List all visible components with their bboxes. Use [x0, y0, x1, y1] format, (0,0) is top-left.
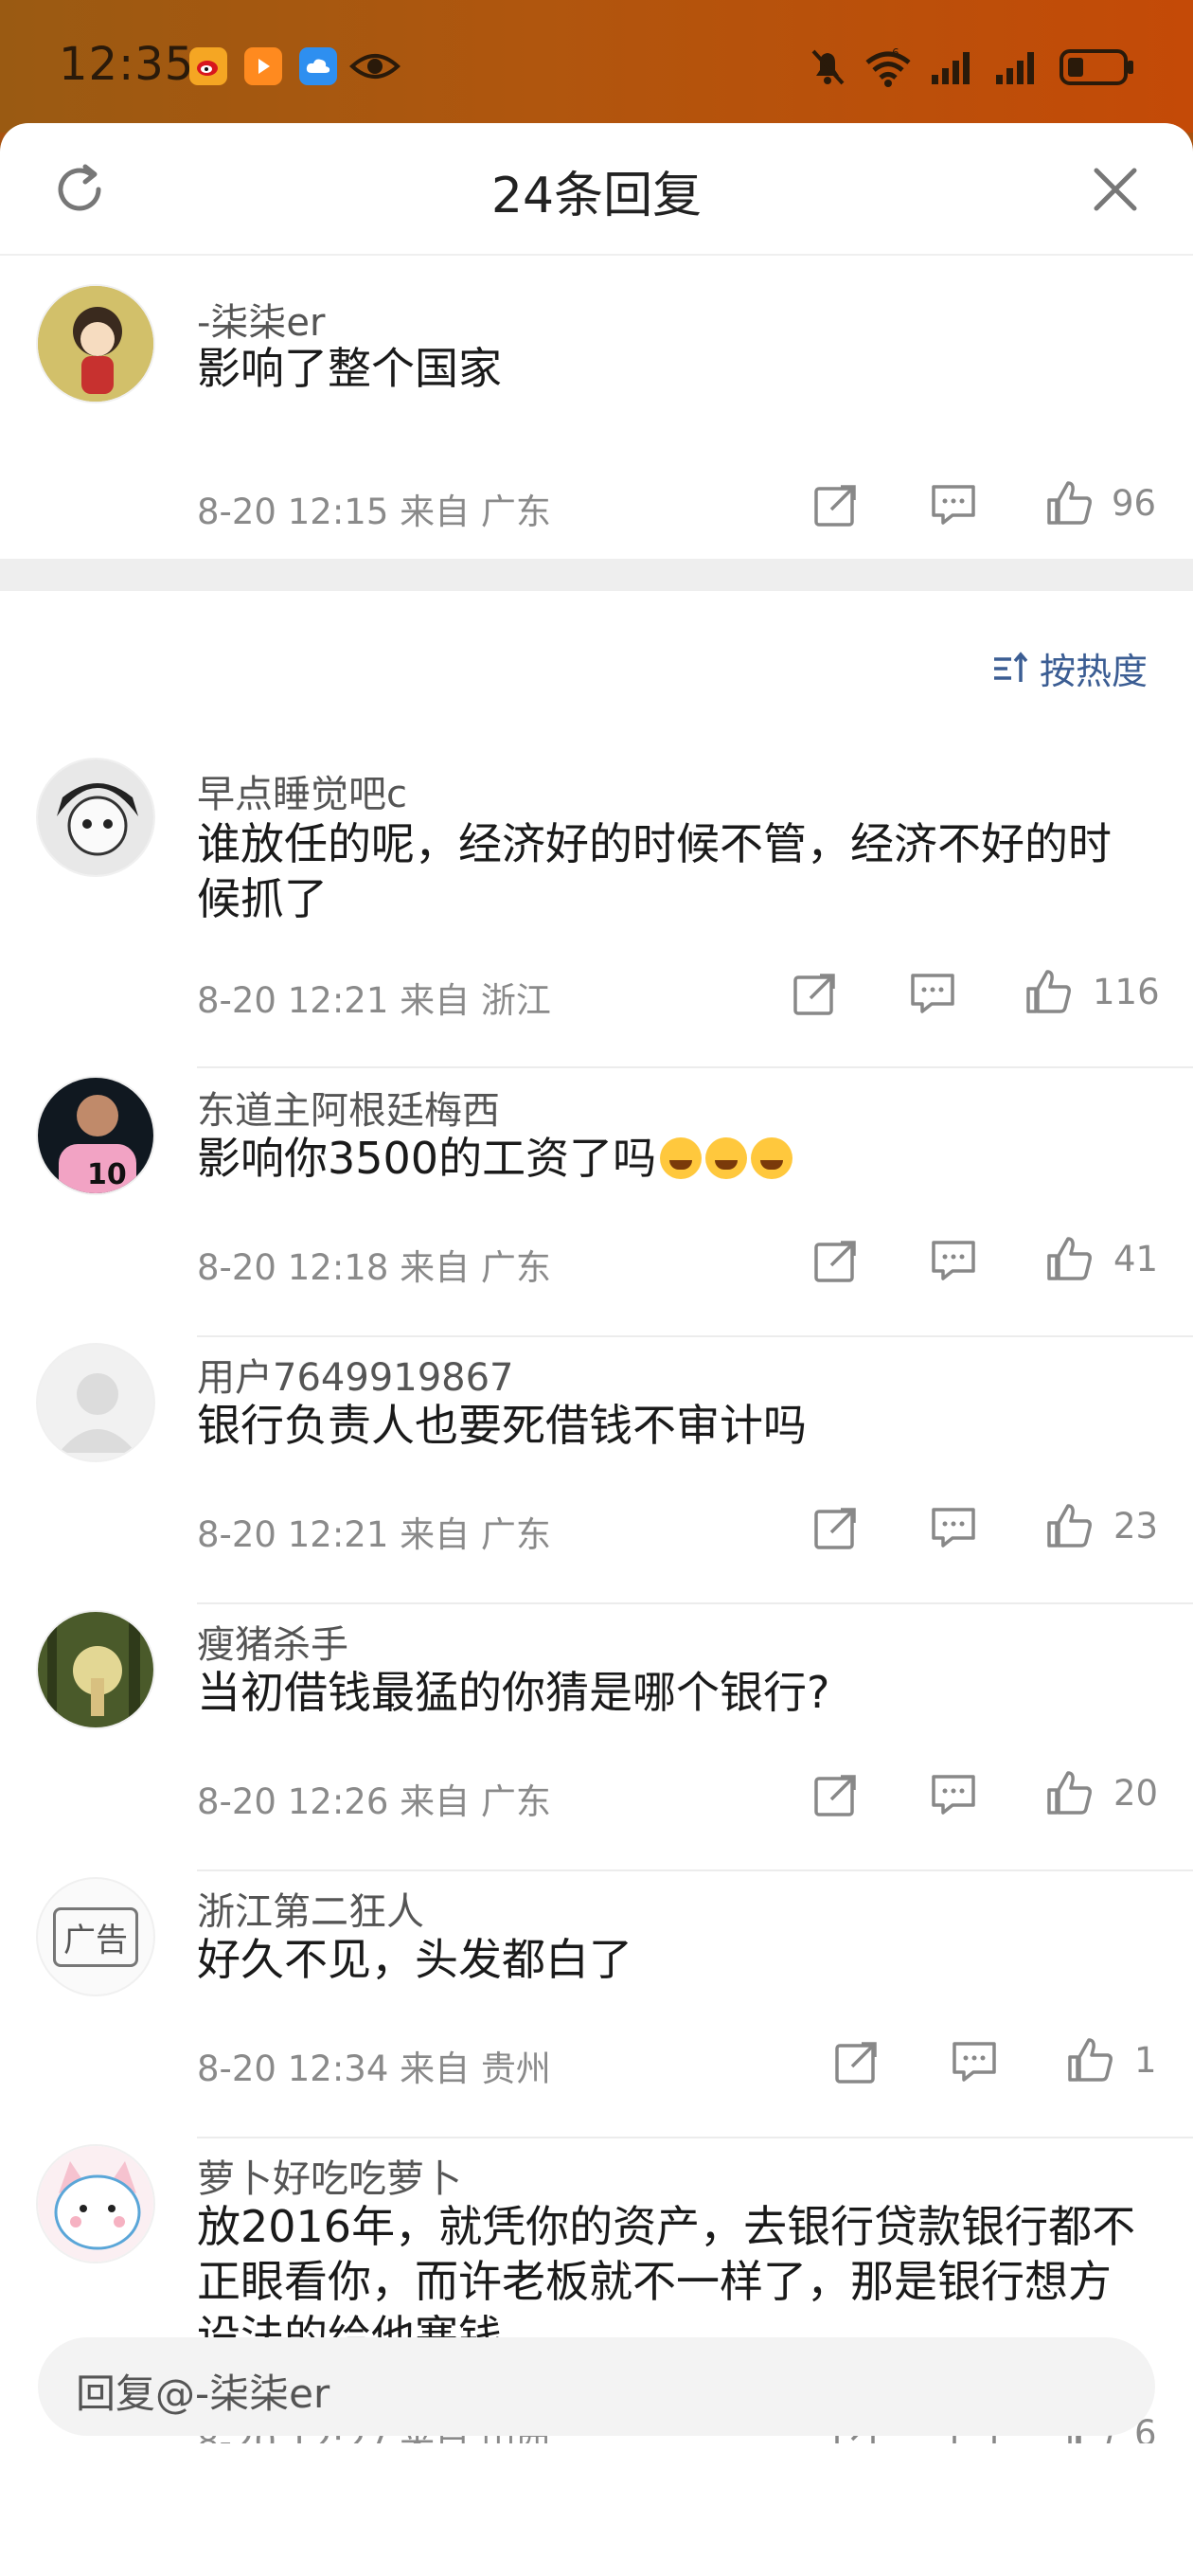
username[interactable]: 浙江第二狂人 — [197, 1881, 424, 1936]
comment-text: 银行负责人也要死借钱不审计吗 — [197, 1400, 807, 1451]
signal-icon — [996, 52, 1034, 84]
reply-item: 早点睡觉吧c 谁放任的呢，经济好的时候不管，经济不好的时候抓了 8-20 12:… — [0, 758, 1193, 1070]
ad-badge: 广告 — [53, 1906, 138, 1967]
share-icon[interactable] — [810, 1235, 862, 1286]
comment-meta: 8-20 12:21 来自 浙江 — [197, 980, 551, 1021]
username[interactable]: 瘦猪杀手 — [197, 1614, 348, 1669]
comment-meta: 8-20 12:18 来自 广东 — [197, 1247, 551, 1288]
reply-item: 瘦猪杀手 当初借钱最猛的你猜是哪个银行? 8-20 12:26 来自 广东 20 — [0, 1604, 1193, 1871]
replies-sheet: 24条回复 -柒柒er 影响了整个国家 8-20 12:15 来自 广东 96 … — [0, 123, 1193, 2576]
like-icon[interactable] — [1064, 2034, 1115, 2085]
reply-item: 10 东道主阿根廷梅西 影响你3500的工资了吗 8-20 12:18 来自 广… — [0, 1070, 1193, 1337]
avatar[interactable] — [36, 284, 155, 403]
username[interactable]: 萝卜好吃吃萝卜 — [197, 2148, 462, 2203]
share-icon[interactable] — [810, 1769, 862, 1820]
like-icon[interactable] — [1043, 477, 1095, 528]
reply-input[interactable]: 回复@-柒柒er — [38, 2337, 1155, 2436]
comment-icon[interactable] — [928, 1235, 979, 1286]
sheet-header: 24条回复 — [0, 123, 1193, 256]
laughing-crying-emoji-icon — [660, 1137, 703, 1179]
root-comment: -柒柒er 影响了整个国家 8-20 12:15 来自 广东 96 — [0, 284, 1193, 559]
sort-label: 按热度 — [1039, 651, 1148, 692]
sheet-title: 24条回复 — [490, 168, 703, 224]
comment-icon[interactable] — [949, 2036, 1000, 2087]
avatar[interactable] — [36, 1610, 155, 1729]
avatar[interactable]: 广告 — [36, 1877, 155, 1996]
battery-icon — [1059, 49, 1133, 85]
username[interactable]: -柒柒er — [197, 292, 326, 347]
comment-icon[interactable] — [928, 1769, 979, 1820]
svg-text:6: 6 — [892, 47, 899, 60]
comment-text: 谁放任的呢，经济好的时候不管，经济不好的时候抓了 — [197, 818, 1112, 924]
avatar[interactable] — [36, 1343, 155, 1462]
video-app-icon — [244, 47, 282, 85]
svg-text:10: 10 — [87, 1158, 127, 1191]
reply-item: 广告 浙江第二狂人 好久不见，头发都白了 8-20 12:34 来自 贵州 1 — [0, 1871, 1193, 2138]
avatar[interactable] — [36, 2144, 155, 2263]
comment-text: 影响你3500的工资了吗 — [197, 1131, 1144, 1186]
username[interactable]: 东道主阿根廷梅西 — [197, 1080, 500, 1135]
weibo-icon — [189, 47, 227, 85]
like-icon[interactable] — [1023, 966, 1074, 1017]
like-icon[interactable] — [1043, 1233, 1095, 1284]
avatar[interactable] — [36, 758, 155, 877]
like-count: 20 — [1113, 1773, 1159, 1814]
comment-text: 好久不见，头发都白了 — [197, 1934, 632, 1985]
divider — [197, 1066, 1193, 1068]
comment-meta: 8-20 12:26 来自 广东 — [197, 1781, 551, 1822]
laughing-crying-emoji-icon — [705, 1137, 748, 1179]
comment-icon[interactable] — [907, 968, 958, 1019]
eye-icon — [348, 47, 401, 85]
share-icon[interactable] — [810, 1502, 862, 1553]
status-time: 12:35 — [59, 38, 195, 91]
laughing-crying-emoji-icon — [751, 1137, 793, 1179]
like-count: 1 — [1134, 2040, 1157, 2081]
comment-text-body: 影响你3500的工资了吗 — [197, 1133, 657, 1184]
like-count: 41 — [1113, 1239, 1159, 1279]
section-divider — [0, 559, 1193, 591]
sort-icon — [993, 651, 1028, 682]
avatar[interactable]: 10 — [36, 1076, 155, 1195]
status-indicators: 6 — [809, 45, 1136, 89]
reply-placeholder: 回复@-柒柒er — [76, 2370, 330, 2417]
reply-item: 用户7649919867 银行负责人也要死借钱不审计吗 8-20 12:21 来… — [0, 1337, 1193, 1604]
signal-icon — [932, 52, 970, 84]
like-icon[interactable] — [1043, 1767, 1095, 1818]
sort-button[interactable]: 按热度 — [992, 642, 1148, 694]
mute-bell-icon — [811, 49, 845, 85]
share-icon[interactable] — [810, 479, 862, 530]
share-icon[interactable] — [790, 968, 841, 1019]
cloud-app-icon — [299, 47, 337, 85]
status-bar: 12:35 6 — [0, 0, 1193, 133]
comment-meta: 8-20 12:34 来自 贵州 — [197, 2048, 551, 2089]
comment-icon[interactable] — [928, 479, 979, 530]
like-count: 23 — [1113, 1506, 1159, 1547]
comment-meta: 8-20 12:15 来自 广东 — [197, 492, 551, 532]
like-count: 116 — [1093, 972, 1160, 1012]
username[interactable]: 早点睡觉吧c — [197, 763, 407, 818]
close-icon[interactable] — [1087, 161, 1144, 218]
wifi-icon: 6 — [865, 47, 911, 87]
comment-text: 当初借钱最猛的你猜是哪个银行? — [197, 1667, 830, 1718]
like-icon[interactable] — [1043, 1500, 1095, 1551]
comment-text: 影响了整个国家 — [197, 343, 502, 394]
comment-icon[interactable] — [928, 1502, 979, 1553]
share-icon[interactable] — [831, 2036, 882, 2087]
like-count: 96 — [1112, 483, 1157, 524]
username[interactable]: 用户7649919867 — [197, 1347, 514, 1402]
comment-meta: 8-20 12:21 来自 广东 — [197, 1514, 551, 1555]
bottom-area — [0, 2443, 1193, 2576]
